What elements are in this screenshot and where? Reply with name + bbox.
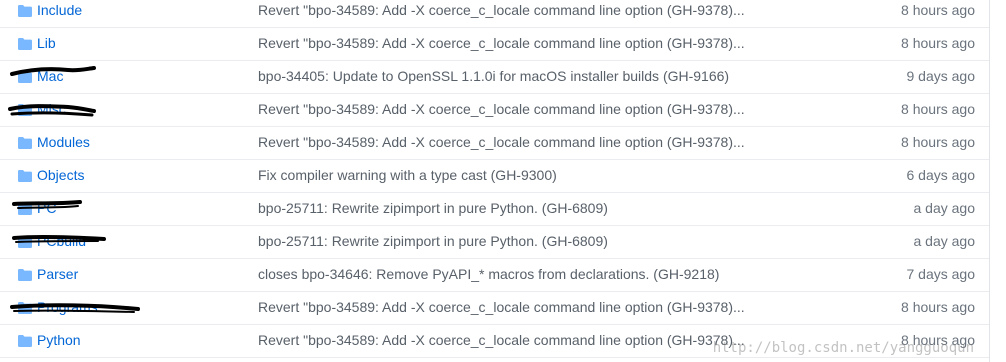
folder-icon: [18, 5, 32, 17]
file-row[interactable]: Modules Revert "bpo-34589: Add -X coerce…: [0, 127, 989, 160]
commit-age: a day ago: [913, 200, 976, 216]
folder-icon: [18, 104, 32, 116]
folder-icon: [18, 335, 32, 347]
commit-age: 6 days ago: [906, 167, 976, 183]
commit-message-link[interactable]: Revert "bpo-34589: Add -X coerce_c_local…: [258, 330, 745, 351]
commit-message-link[interactable]: Revert "bpo-34589: Add -X coerce_c_local…: [258, 0, 745, 21]
folder-icon: [18, 302, 32, 314]
file-row[interactable]: Include Revert "bpo-34589: Add -X coerce…: [0, 0, 989, 28]
commit-age: 8 hours ago: [901, 35, 975, 51]
file-name-link[interactable]: Mac: [37, 66, 63, 87]
file-row[interactable]: PCbuild bpo-25711: Rewrite zipimport in …: [0, 226, 989, 259]
commit-message-link[interactable]: Fix compiler warning with a type cast (G…: [258, 165, 557, 186]
file-name-link[interactable]: Lib: [37, 33, 56, 54]
folder-icon: [18, 38, 32, 50]
file-name-link[interactable]: PC: [37, 198, 56, 219]
file-name-link[interactable]: PCbuild: [37, 231, 86, 252]
commit-message-link[interactable]: Revert "bpo-34589: Add -X coerce_c_local…: [258, 33, 745, 54]
file-name-link[interactable]: Programs: [37, 297, 98, 318]
file-name-link[interactable]: Misc: [37, 99, 66, 120]
commit-message-link[interactable]: bpo-25711: Rewrite zipimport in pure Pyt…: [258, 198, 608, 219]
commit-message-link[interactable]: bpo-25711: Rewrite zipimport in pure Pyt…: [258, 231, 608, 252]
file-name-link[interactable]: Parser: [37, 264, 78, 285]
folder-icon: [18, 137, 32, 149]
file-name-link[interactable]: Python: [37, 330, 81, 351]
commit-age: 8 hours ago: [901, 101, 975, 117]
commit-message-link[interactable]: Revert "bpo-34589: Add -X coerce_c_local…: [258, 132, 745, 153]
commit-message-link[interactable]: Revert "bpo-34589: Add -X coerce_c_local…: [258, 297, 745, 318]
file-table: Include Revert "bpo-34589: Add -X coerce…: [0, 0, 990, 362]
file-row[interactable]: PC bpo-25711: Rewrite zipimport in pure …: [0, 193, 989, 226]
folder-icon: [18, 71, 32, 83]
file-row[interactable]: Programs Revert "bpo-34589: Add -X coerc…: [0, 292, 989, 325]
watermark: http://blog.csdn.net/yangguoqun: [712, 340, 974, 356]
file-row[interactable]: Objects Fix compiler warning with a type…: [0, 160, 989, 193]
commit-age: 8 hours ago: [901, 134, 975, 150]
file-row[interactable]: Mac bpo-34405: Update to OpenSSL 1.1.0i …: [0, 61, 989, 94]
file-name-link[interactable]: Objects: [37, 165, 84, 186]
commit-message-link[interactable]: bpo-34405: Update to OpenSSL 1.1.0i for …: [258, 66, 729, 87]
file-row[interactable]: Misc Revert "bpo-34589: Add -X coerce_c_…: [0, 94, 989, 127]
folder-icon: [18, 170, 32, 182]
file-row[interactable]: Parser closes bpo-34646: Remove PyAPI_* …: [0, 259, 989, 292]
folder-icon: [18, 203, 32, 215]
commit-age: 9 days ago: [906, 68, 976, 84]
commit-age: 8 hours ago: [901, 299, 975, 315]
commit-message-link[interactable]: Revert "bpo-34589: Add -X coerce_c_local…: [258, 99, 745, 120]
file-name-link[interactable]: Include: [37, 0, 82, 21]
folder-icon: [18, 236, 32, 248]
commit-message-link[interactable]: closes bpo-34646: Remove PyAPI_* macros …: [258, 264, 719, 285]
folder-icon: [18, 269, 32, 281]
file-row[interactable]: Lib Revert "bpo-34589: Add -X coerce_c_l…: [0, 28, 989, 61]
commit-age: 8 hours ago: [901, 2, 975, 18]
commit-age: 7 days ago: [906, 266, 976, 282]
file-name-link[interactable]: Modules: [37, 132, 90, 153]
commit-age: a day ago: [913, 233, 976, 249]
